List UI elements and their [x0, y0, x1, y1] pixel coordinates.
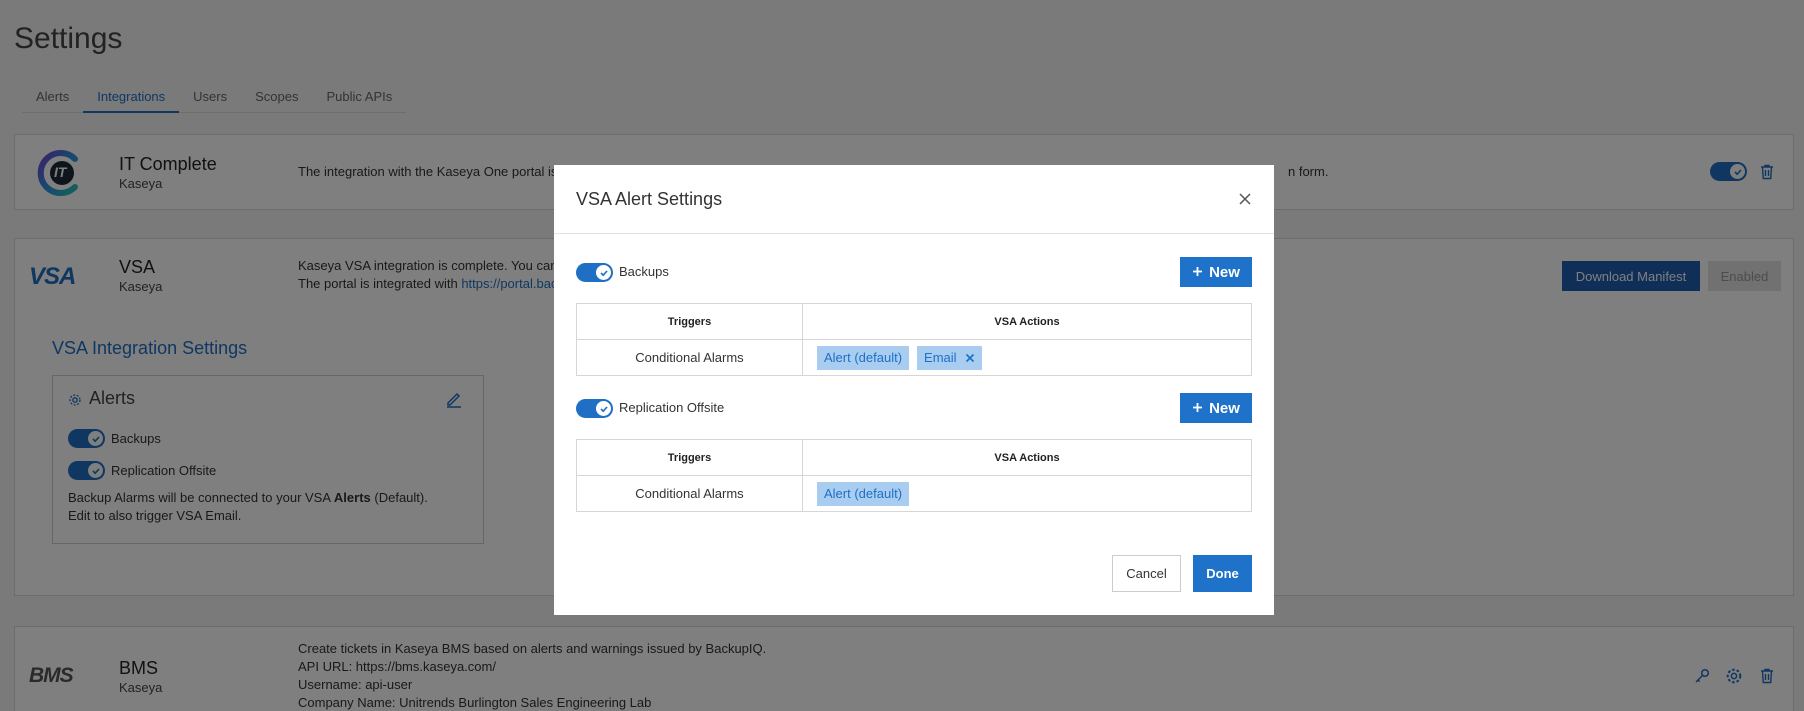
remove-chip-icon[interactable]: [965, 353, 975, 363]
replication-label: Replication Offsite: [619, 400, 725, 415]
plus-icon: [1192, 400, 1203, 417]
replication-section-header: Replication Offsite New: [576, 393, 1252, 423]
modal-header: VSA Alert Settings: [554, 165, 1274, 234]
check-icon: [596, 265, 611, 280]
check-icon: [596, 401, 611, 416]
table-row: Conditional Alarms Alert (default) Email: [577, 340, 1251, 375]
chip-label: Email: [924, 350, 957, 365]
actions-cell: Alert (default): [803, 476, 1251, 511]
trigger-cell: Conditional Alarms: [577, 340, 803, 375]
vsa-actions-header: VSA Actions: [994, 315, 1060, 328]
triggers-header: Triggers: [577, 440, 803, 475]
plus-icon: [1192, 264, 1203, 281]
backups-section-header: Backups New: [576, 257, 1252, 287]
table-header: Triggers VSA Actions: [577, 304, 1251, 340]
cancel-button[interactable]: Cancel: [1112, 555, 1181, 592]
action-chip-alert[interactable]: Alert (default): [817, 345, 910, 370]
chip-label: Alert (default): [824, 350, 903, 365]
action-chip-email[interactable]: Email: [917, 345, 982, 370]
replication-new-button[interactable]: New: [1180, 393, 1252, 423]
table-row: Conditional Alarms Alert (default): [577, 476, 1251, 511]
trigger-cell: Conditional Alarms: [577, 476, 803, 511]
backups-toggle[interactable]: [576, 263, 613, 282]
action-chip-alert[interactable]: Alert (default): [817, 481, 910, 506]
close-icon[interactable]: [1236, 190, 1254, 208]
replication-rule-table: Triggers VSA Actions Conditional Alarms …: [576, 439, 1252, 512]
vsa-alert-settings-dialog: VSA Alert Settings Backups New Triggers …: [554, 165, 1274, 615]
replication-toggle[interactable]: [576, 399, 613, 418]
chip-label: Alert (default): [824, 486, 903, 501]
table-header: Triggers VSA Actions: [577, 440, 1251, 476]
backups-rule-table: Triggers VSA Actions Conditional Alarms …: [576, 303, 1252, 376]
done-button[interactable]: Done: [1193, 555, 1252, 592]
triggers-header: Triggers: [577, 304, 803, 339]
backups-new-label: New: [1209, 263, 1240, 281]
modal-title: VSA Alert Settings: [576, 189, 723, 209]
actions-cell: Alert (default) Email: [803, 340, 1251, 375]
replication-new-label: New: [1209, 399, 1240, 417]
vsa-actions-header: VSA Actions: [994, 451, 1060, 464]
backups-new-button[interactable]: New: [1180, 257, 1252, 287]
backups-label: Backups: [619, 264, 669, 279]
